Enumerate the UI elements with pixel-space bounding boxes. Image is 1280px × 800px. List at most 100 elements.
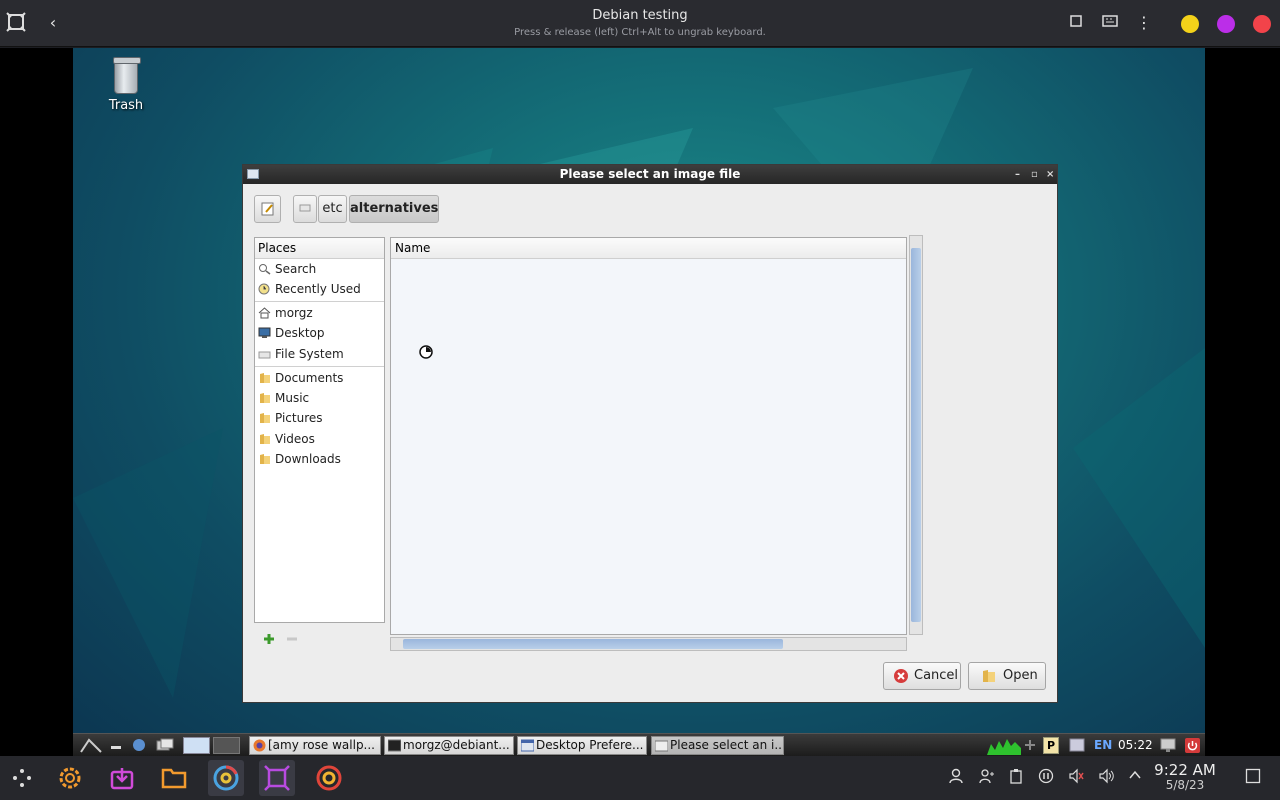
cancel-button[interactable]: Cancel: [883, 662, 961, 690]
user-icon[interactable]: [946, 768, 966, 788]
place-pictures[interactable]: Pictures: [258, 408, 323, 428]
minimize-all-icon[interactable]: [109, 739, 123, 751]
maximize-dot[interactable]: [1217, 15, 1235, 33]
window-icon: [521, 739, 534, 752]
place-videos[interactable]: Videos: [258, 429, 315, 449]
viewport-margin-left: [0, 48, 73, 756]
window-subtitle: Press & release (left) Ctrl+Alt to ungra…: [514, 27, 766, 38]
place-downloads[interactable]: Downloads: [258, 449, 341, 469]
place-music-label: Music: [275, 391, 310, 405]
windows-icon[interactable]: [156, 738, 174, 752]
maximize-icon[interactable]: ▫: [1031, 165, 1038, 184]
volume-icon[interactable]: [1096, 768, 1116, 788]
workspace-1[interactable]: [183, 737, 210, 754]
software-store-icon[interactable]: [104, 760, 140, 796]
task-terminal-label: morgz@debiant...: [403, 738, 510, 752]
horizontal-scrollbar[interactable]: [390, 637, 907, 651]
place-home[interactable]: morgz: [258, 303, 313, 323]
chevron-up-icon[interactable]: [1125, 768, 1145, 788]
close-icon[interactable]: ×: [1046, 165, 1054, 184]
path-alternatives-button[interactable]: alternatives: [349, 195, 439, 223]
open-folder-icon: [983, 670, 995, 682]
pause-icon[interactable]: [1036, 768, 1056, 788]
place-recently-used[interactable]: Recently Used: [258, 279, 361, 299]
network-icon[interactable]: [131, 738, 147, 752]
place-documents-label: Documents: [275, 371, 344, 385]
task-desktop-preferences[interactable]: Desktop Prefere...: [517, 736, 647, 755]
trash-desktop-icon[interactable]: Trash: [103, 57, 149, 113]
show-desktop-icon[interactable]: [1243, 768, 1263, 788]
place-documents[interactable]: Documents: [258, 368, 343, 388]
horizontal-scroll-thumb[interactable]: [403, 639, 783, 649]
guest-taskbar: [amy rose wallp... morgz@debiant... Desk…: [73, 733, 1205, 756]
more-menu-icon[interactable]: ⋮: [1133, 12, 1155, 34]
folder-icon: [258, 390, 271, 403]
muted-speaker-icon[interactable]: [1066, 768, 1086, 788]
window-menu-icon[interactable]: [247, 169, 259, 179]
place-music[interactable]: Music: [258, 388, 309, 408]
file-chooser-dialog: Please select an image file – ▫ × etc al…: [242, 164, 1058, 703]
task-terminal[interactable]: morgz@debiant...: [384, 736, 514, 755]
guest-desktop: Trash Please select an image file – ▫ × …: [73, 48, 1205, 756]
places-sidebar: Places Search Recently Used morgz Deskto…: [254, 237, 385, 623]
clipboard-icon[interactable]: P: [1043, 737, 1059, 754]
place-downloads-label: Downloads: [275, 452, 341, 466]
places-header[interactable]: Places: [255, 238, 384, 259]
file-list[interactable]: Name: [390, 237, 907, 635]
folder-icon: [258, 431, 271, 444]
pencil-icon: [261, 202, 273, 216]
app-launcher-icon[interactable]: [4, 760, 40, 796]
place-file-system[interactable]: File System: [258, 344, 344, 364]
settings-icon[interactable]: [52, 760, 88, 796]
minimize-icon[interactable]: –: [1015, 165, 1020, 184]
task-image-file-dialog-label: Please select an i...: [670, 738, 784, 752]
add-bookmark-icon[interactable]: [263, 630, 275, 644]
task-firefox-label: [amy rose wallp...: [268, 738, 375, 752]
dialog-title: Please select an image file: [559, 167, 741, 181]
edit-location-button[interactable]: [254, 195, 281, 223]
close-dot[interactable]: [1253, 15, 1271, 33]
place-search[interactable]: Search: [258, 259, 316, 279]
network-status-icon[interactable]: [1024, 739, 1036, 751]
places-separator: [255, 366, 384, 367]
folder-icon: [258, 410, 271, 423]
host-title-bar: ‹ Debian testing Press & release (left) …: [0, 0, 1280, 47]
vertical-scrollbar[interactable]: [909, 235, 923, 635]
clipboard-tray-icon[interactable]: [1006, 768, 1026, 788]
logout-power-icon[interactable]: [1185, 738, 1200, 753]
files-icon[interactable]: [156, 760, 192, 796]
remove-bookmark-icon[interactable]: [286, 630, 298, 642]
host-dock: 9:22 AM 5/8/23: [0, 756, 1280, 800]
task-firefox[interactable]: [amy rose wallp...: [249, 736, 381, 755]
firefox-dock-icon[interactable]: [311, 760, 347, 796]
fullscreen-icon[interactable]: [1065, 12, 1087, 34]
trash-icon: [113, 57, 141, 94]
vm-app-icon[interactable]: [259, 760, 295, 796]
place-videos-label: Videos: [275, 432, 315, 446]
task-image-file-dialog[interactable]: Please select an i...: [651, 736, 784, 755]
place-pictures-label: Pictures: [275, 411, 323, 425]
screenshot-icon[interactable]: [1069, 738, 1085, 752]
trash-label: Trash: [108, 98, 144, 113]
minimize-dot[interactable]: [1181, 15, 1199, 33]
open-button[interactable]: Open: [968, 662, 1046, 690]
cpu-monitor-graph: [987, 739, 1021, 755]
users-switch-icon[interactable]: [977, 768, 997, 788]
place-desktop[interactable]: Desktop: [258, 323, 325, 343]
workspace-2[interactable]: [213, 737, 240, 754]
host-clock[interactable]: 9:22 AM 5/8/23: [1150, 762, 1220, 792]
chrome-icon[interactable]: [208, 760, 244, 796]
cancel-icon: [894, 669, 908, 683]
vertical-scroll-thumb[interactable]: [911, 248, 921, 622]
keyboard-icon[interactable]: [1099, 12, 1121, 34]
name-column-header[interactable]: Name: [391, 238, 906, 259]
keyboard-layout[interactable]: EN: [1094, 737, 1112, 754]
open-label: Open: [1003, 668, 1038, 683]
lxde-menu-icon[interactable]: [79, 737, 103, 754]
guest-clock[interactable]: 05:22: [1118, 737, 1153, 754]
place-file-system-label: File System: [275, 347, 344, 361]
path-etc-button[interactable]: etc: [318, 195, 347, 223]
display-icon[interactable]: [1160, 738, 1176, 753]
path-root-button[interactable]: [293, 195, 317, 223]
desktop-icon: [258, 325, 271, 338]
